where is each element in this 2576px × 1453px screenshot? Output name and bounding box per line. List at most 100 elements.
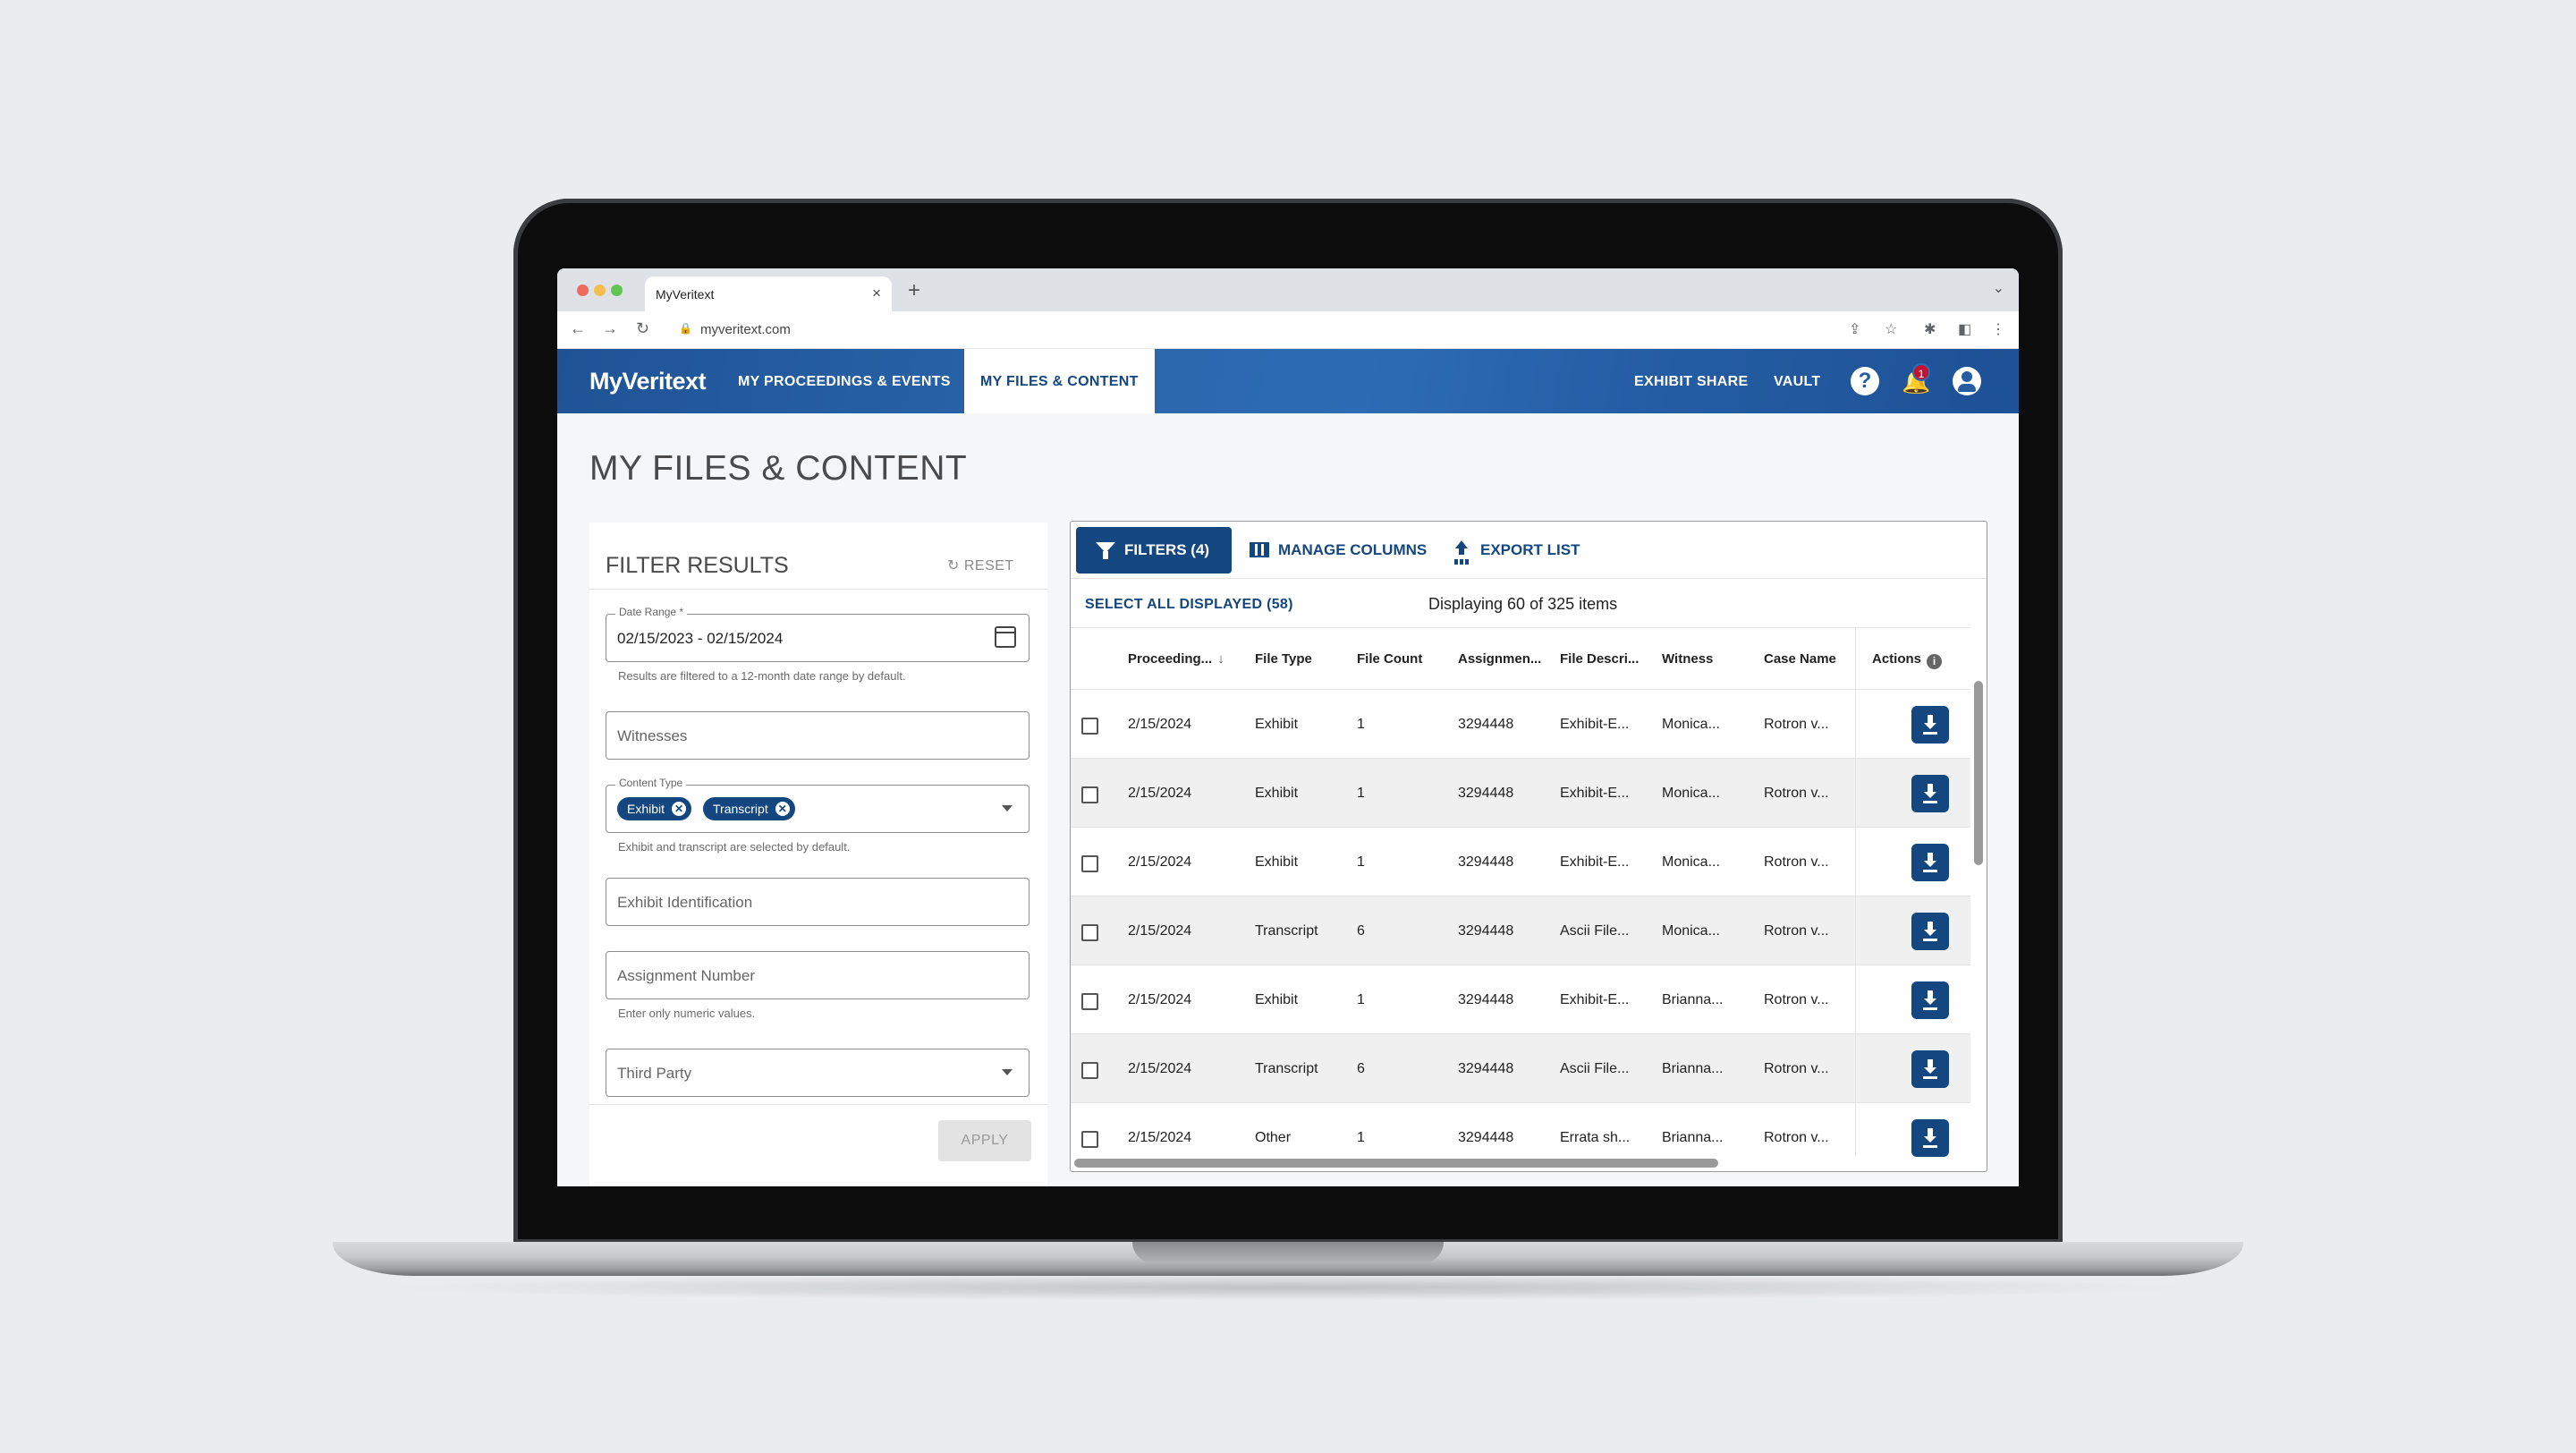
row-checkbox[interactable] [1081, 718, 1098, 735]
dropdown-arrow-icon[interactable] [1002, 805, 1013, 811]
sort-arrow-icon[interactable]: ↓ [1217, 651, 1224, 667]
exhibit-identification-field[interactable]: Exhibit Identification [606, 878, 1030, 926]
chip-remove-icon[interactable]: ✕ [775, 802, 790, 816]
laptop-shadow [376, 1274, 2200, 1301]
row-checkbox[interactable] [1081, 1131, 1098, 1148]
reset-button[interactable]: ↻ RESET [947, 557, 1014, 574]
nav-vault[interactable]: VAULT [1774, 374, 1820, 390]
cell-file-type: Exhibit [1255, 717, 1299, 732]
side-panel-icon[interactable]: ◧ [1958, 320, 1971, 338]
content-type-select[interactable]: Content Type Exhibit ✕ Transcript ✕ [606, 777, 1030, 833]
cell-file-count: 6 [1357, 1061, 1365, 1076]
column-header-witness[interactable]: Witness [1662, 651, 1713, 667]
export-list-button[interactable]: EXPORT LIST [1480, 541, 1580, 559]
window-close-dot[interactable] [577, 285, 589, 296]
calendar-icon[interactable] [995, 626, 1016, 648]
download-button[interactable] [1911, 844, 1949, 881]
vertical-scrollbar[interactable] [1974, 681, 1983, 865]
filter-panel-title: FILTER RESULTS [606, 553, 789, 578]
share-icon[interactable]: ⇪ [1849, 320, 1860, 338]
download-icon [1923, 1076, 1937, 1079]
cell-witness: Monica... [1662, 786, 1720, 801]
cell-file-type: Transcript [1255, 1061, 1318, 1076]
reset-label: RESET [963, 558, 1014, 574]
cell-proceeding: 2/15/2024 [1128, 1130, 1192, 1145]
nav-exhibit-share[interactable]: EXHIBIT SHARE [1634, 374, 1748, 390]
app-header: MyVeritext MY PROCEEDINGS & EVENTS MY FI… [557, 349, 2019, 413]
column-header-file-type[interactable]: File Type [1255, 651, 1312, 667]
tab-list-chevron-icon[interactable]: ⌄ [1993, 279, 2004, 297]
download-icon [1923, 1145, 1937, 1148]
download-button[interactable] [1911, 1119, 1949, 1157]
witnesses-placeholder: Witnesses [617, 727, 688, 744]
apply-button[interactable]: APPLY [938, 1120, 1031, 1161]
page-title: MY FILES & CONTENT [589, 449, 968, 488]
column-header-assignment[interactable]: Assignmen... [1458, 651, 1541, 667]
select-all-displayed-link[interactable]: SELECT ALL DISPLAYED (58) [1085, 597, 1293, 613]
row-checkbox[interactable] [1081, 786, 1098, 803]
assignment-number-field[interactable]: Assignment Number [606, 951, 1030, 999]
date-range-field[interactable]: Date Range * 02/15/2023 - 02/15/2024 [606, 606, 1030, 662]
table-row[interactable]: 2/15/2024 Exhibit 1 3294448 Exhibit-E... Moni… [1071, 759, 1970, 828]
column-header-proceeding[interactable]: Proceeding... ↓ [1128, 651, 1224, 667]
table-row[interactable]: 2/15/2024 Exhibit 1 3294448 Exhibit-E... Moni… [1071, 828, 1970, 896]
window-zoom-dot[interactable] [611, 285, 623, 296]
forward-arrow-icon[interactable]: → [602, 319, 618, 338]
column-header-file-count[interactable]: File Count [1357, 651, 1422, 667]
witnesses-field[interactable]: Witnesses [606, 711, 1030, 760]
row-checkbox[interactable] [1081, 993, 1098, 1010]
column-header-case-name[interactable]: Case Name [1764, 651, 1836, 667]
table-row[interactable]: 2/15/2024 Exhibit 1 3294448 Exhibit-E... Moni… [1071, 690, 1970, 759]
cell-file-count: 1 [1357, 717, 1365, 732]
download-button[interactable] [1911, 775, 1949, 812]
export-upload-icon [1453, 540, 1470, 560]
manage-columns-button[interactable]: MANAGE COLUMNS [1278, 541, 1427, 559]
cell-proceeding: 2/15/2024 [1128, 854, 1192, 870]
table-row[interactable]: 2/15/2024 Transcript 6 3294448 Ascii File...… [1071, 1034, 1970, 1103]
table-row[interactable]: 2/15/2024 Transcript 6 3294448 Ascii File...… [1071, 896, 1970, 965]
column-header-actions: Actions i [1872, 651, 1943, 669]
horizontal-scrollbar[interactable] [1074, 1159, 1718, 1168]
extensions-icon[interactable]: ✱ [1924, 320, 1936, 338]
download-button[interactable] [1911, 706, 1949, 743]
address-bar[interactable]: myveritext.com [700, 322, 791, 337]
download-button[interactable] [1911, 913, 1949, 950]
cell-witness: Monica... [1662, 717, 1720, 732]
bookmark-star-icon[interactable]: ☆ [1885, 320, 1897, 338]
cell-file-count: 6 [1357, 923, 1365, 939]
column-header-file-description[interactable]: File Descri... [1560, 651, 1639, 667]
reload-icon[interactable]: ↻ [636, 319, 649, 338]
user-avatar-icon[interactable] [1953, 367, 1981, 395]
cell-file-description: Ascii File... [1560, 1061, 1630, 1076]
row-checkbox[interactable] [1081, 924, 1098, 941]
row-checkbox[interactable] [1081, 855, 1098, 872]
table-row[interactable]: 2/15/2024 Exhibit 1 3294448 Exhibit-E... Bria… [1071, 965, 1970, 1034]
row-checkbox[interactable] [1081, 1062, 1098, 1079]
cell-file-description: Exhibit-E... [1560, 854, 1630, 870]
cell-assignment: 3294448 [1458, 923, 1514, 939]
nav-my-files-content[interactable]: MY FILES & CONTENT [964, 349, 1155, 413]
download-button[interactable] [1911, 981, 1949, 1019]
info-icon[interactable]: i [1927, 654, 1943, 669]
cell-proceeding: 2/15/2024 [1128, 786, 1192, 801]
dropdown-arrow-icon[interactable] [1002, 1069, 1013, 1075]
filters-button-label: FILTERS (4) [1124, 541, 1210, 558]
back-arrow-icon[interactable]: ← [570, 319, 586, 338]
filters-button[interactable]: FILTERS (4) [1076, 527, 1232, 574]
new-tab-button[interactable]: + [908, 278, 920, 303]
download-button[interactable] [1911, 1050, 1949, 1088]
cell-file-count: 1 [1357, 1130, 1365, 1145]
notification-badge: 1 [1912, 363, 1930, 381]
chip-remove-icon[interactable]: ✕ [672, 802, 687, 816]
third-party-placeholder: Third Party [617, 1065, 692, 1082]
window-minimize-dot[interactable] [594, 285, 606, 296]
chip-transcript: Transcript ✕ [703, 797, 795, 820]
browser-tab[interactable]: MyVeritext × [645, 276, 892, 311]
nav-my-proceedings-events[interactable]: MY PROCEEDINGS & EVENTS [738, 374, 951, 390]
browser-menu-icon[interactable]: ⋮ [1991, 320, 2005, 338]
brand-logo[interactable]: MyVeritext [589, 368, 707, 395]
tab-close-icon[interactable]: × [872, 285, 881, 302]
chip-exhibit-label: Exhibit [627, 802, 665, 816]
help-icon[interactable]: ? [1851, 367, 1879, 395]
third-party-select[interactable]: Third Party [606, 1049, 1030, 1097]
